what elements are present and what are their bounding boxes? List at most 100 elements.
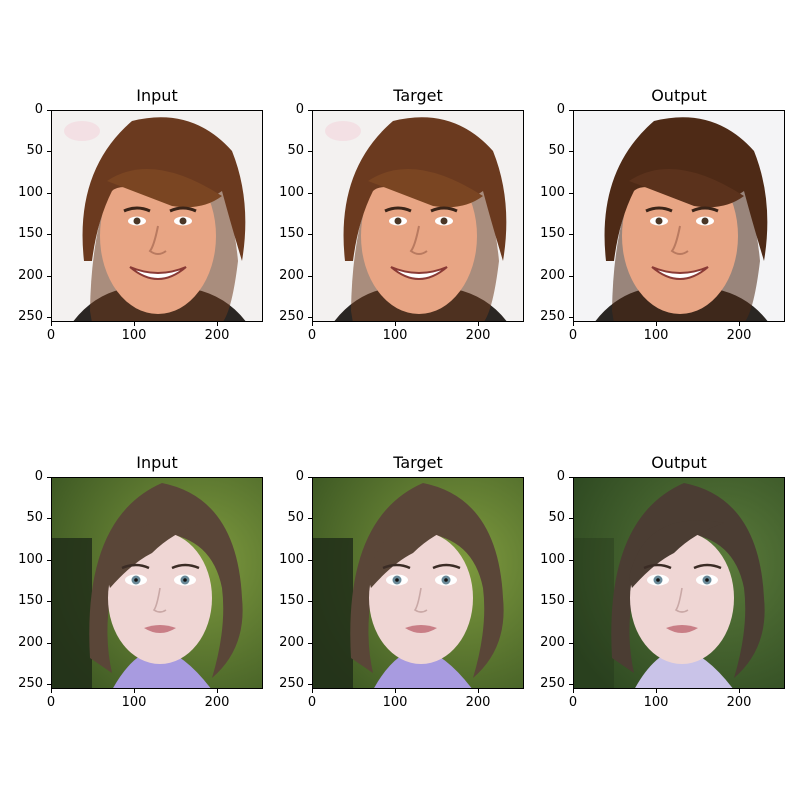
- x-tick-mark: [134, 689, 135, 693]
- y-tick-mark: [569, 276, 573, 277]
- face-image: [51, 477, 263, 689]
- y-tick-label: 0: [295, 102, 304, 117]
- y-tick-label: 100: [18, 552, 43, 567]
- panel-title: Input: [136, 86, 178, 105]
- face-image: [573, 477, 785, 689]
- x-tick-mark: [51, 689, 52, 693]
- x-tick-label: 200: [726, 695, 752, 710]
- x-tick-mark: [134, 322, 135, 326]
- y-tick-label: 0: [34, 102, 43, 117]
- y-tick-label: 150: [18, 593, 43, 608]
- x-tick-label: 200: [204, 695, 230, 710]
- x-tick-label: 100: [382, 328, 408, 343]
- y-tick-mark: [47, 684, 51, 685]
- y-tick-label: 200: [18, 268, 43, 283]
- y-tick-mark: [308, 317, 312, 318]
- x-tick-mark: [478, 322, 479, 326]
- x-tick-mark: [573, 689, 574, 693]
- y-tick-mark: [47, 193, 51, 194]
- y-tick-label: 0: [34, 469, 43, 484]
- x-tick-mark: [217, 689, 218, 693]
- y-tick-label: 100: [18, 185, 43, 200]
- y-tick-mark: [47, 477, 51, 478]
- y-tick-mark: [569, 477, 573, 478]
- x-tick-label: 0: [46, 695, 56, 710]
- y-tick-mark: [569, 317, 573, 318]
- face-image: [312, 110, 524, 322]
- y-tick-mark: [47, 276, 51, 277]
- y-tick-mark: [47, 518, 51, 519]
- y-tick-label: 50: [548, 143, 565, 158]
- y-tick-mark: [308, 518, 312, 519]
- x-tick-mark: [656, 689, 657, 693]
- y-tick-label: 150: [18, 226, 43, 241]
- y-tick-label: 50: [26, 510, 43, 525]
- y-tick-mark: [308, 601, 312, 602]
- x-tick-label: 0: [307, 695, 317, 710]
- y-tick-label: 250: [279, 676, 304, 691]
- y-tick-mark: [308, 643, 312, 644]
- y-tick-label: 0: [556, 102, 565, 117]
- y-tick-mark: [47, 151, 51, 152]
- y-tick-mark: [308, 110, 312, 111]
- x-tick-mark: [217, 322, 218, 326]
- x-tick-mark: [395, 689, 396, 693]
- x-tick-mark: [478, 689, 479, 693]
- y-tick-mark: [47, 643, 51, 644]
- panel-title: Target: [393, 453, 443, 472]
- y-tick-mark: [569, 110, 573, 111]
- image-panel-target: [312, 477, 524, 689]
- y-tick-label: 0: [556, 469, 565, 484]
- y-tick-label: 250: [18, 676, 43, 691]
- x-tick-label: 100: [382, 695, 408, 710]
- panel-title: Target: [393, 86, 443, 105]
- x-tick-mark: [573, 322, 574, 326]
- y-tick-mark: [47, 234, 51, 235]
- y-tick-label: 200: [279, 635, 304, 650]
- y-tick-label: 200: [279, 268, 304, 283]
- x-tick-label: 100: [643, 695, 669, 710]
- y-tick-label: 200: [540, 268, 565, 283]
- y-tick-label: 100: [540, 185, 565, 200]
- y-tick-label: 200: [18, 635, 43, 650]
- x-tick-label: 0: [568, 328, 578, 343]
- y-tick-mark: [47, 110, 51, 111]
- x-tick-mark: [312, 322, 313, 326]
- y-tick-mark: [47, 560, 51, 561]
- y-tick-mark: [308, 193, 312, 194]
- y-tick-label: 150: [540, 226, 565, 241]
- x-tick-mark: [739, 689, 740, 693]
- y-tick-mark: [308, 560, 312, 561]
- y-tick-mark: [569, 560, 573, 561]
- y-tick-label: 250: [18, 309, 43, 324]
- y-tick-mark: [569, 684, 573, 685]
- image-panel-input: [51, 477, 263, 689]
- x-tick-label: 200: [204, 328, 230, 343]
- y-tick-mark: [569, 193, 573, 194]
- y-tick-mark: [569, 234, 573, 235]
- x-tick-label: 0: [307, 328, 317, 343]
- y-tick-label: 100: [540, 552, 565, 567]
- y-tick-mark: [308, 234, 312, 235]
- x-tick-label: 100: [121, 695, 147, 710]
- panel-title: Output: [651, 86, 707, 105]
- y-tick-label: 200: [540, 635, 565, 650]
- y-tick-label: 50: [26, 143, 43, 158]
- image-panel-target: [312, 110, 524, 322]
- y-tick-mark: [308, 276, 312, 277]
- y-tick-label: 150: [540, 593, 565, 608]
- x-tick-label: 200: [726, 328, 752, 343]
- y-tick-label: 150: [279, 226, 304, 241]
- x-tick-label: 0: [46, 328, 56, 343]
- image-panel-input: [51, 110, 263, 322]
- x-tick-label: 0: [568, 695, 578, 710]
- image-panel-output: [573, 110, 785, 322]
- x-tick-label: 200: [465, 695, 491, 710]
- x-tick-mark: [312, 689, 313, 693]
- x-tick-mark: [395, 322, 396, 326]
- y-tick-mark: [569, 151, 573, 152]
- y-tick-label: 50: [287, 510, 304, 525]
- y-tick-label: 0: [295, 469, 304, 484]
- y-tick-mark: [47, 317, 51, 318]
- y-tick-label: 250: [540, 676, 565, 691]
